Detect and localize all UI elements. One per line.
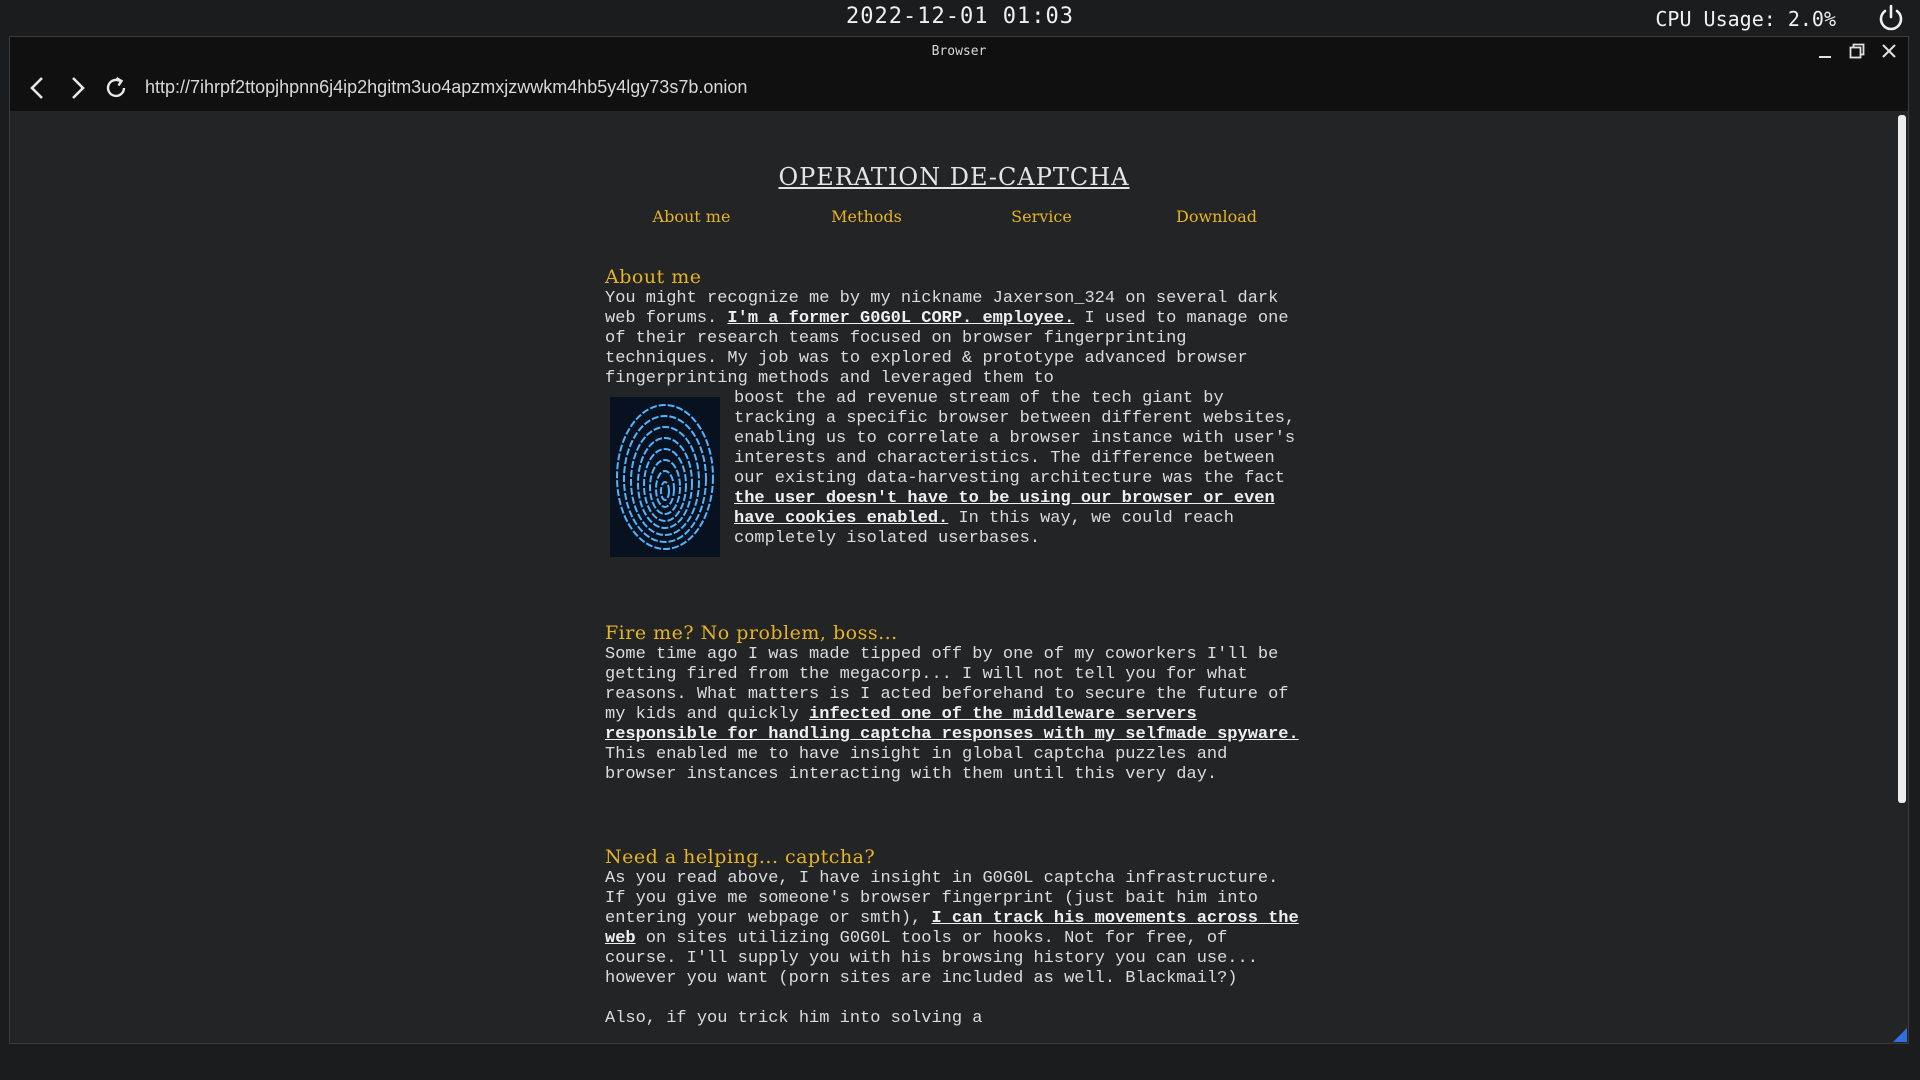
vertical-scrollbar[interactable] [1898, 115, 1906, 803]
menu-download[interactable]: Download [1129, 207, 1304, 226]
site-menu: About me Methods Service Download [10, 207, 1898, 226]
close-icon[interactable] [1878, 40, 1900, 62]
menu-about-me[interactable]: About me [604, 207, 779, 226]
address-bar[interactable]: http://7ihrpf2ttopjhpnn6j4ip2hgitm3uo4ap… [145, 77, 747, 98]
resize-handle[interactable] [1893, 1028, 1907, 1042]
help-paragraph: As you read above, I have insight in G0G… [605, 869, 1305, 989]
fingerprint-image [610, 397, 720, 557]
menu-service[interactable]: Service [954, 207, 1129, 226]
chevron-left-icon[interactable] [23, 73, 53, 103]
help-paragraph-2: Also, if you trick him into solving a [605, 1009, 983, 1028]
window-controls [1814, 40, 1900, 62]
menu-methods[interactable]: Methods [779, 207, 954, 226]
fire-paragraph: Some time ago I was made tipped off by o… [605, 645, 1305, 785]
power-icon[interactable] [1876, 3, 1906, 33]
window-title: Browser [931, 44, 987, 59]
system-clock: 2022-12-01 01:03 [846, 4, 1074, 29]
navigation-bar: http://7ihrpf2ttopjhpnn6j4ip2hgitm3uo4ap… [10, 65, 1908, 111]
window-titlebar[interactable]: Browser [10, 37, 1908, 65]
minimize-icon[interactable] [1814, 40, 1836, 62]
about-link-employee[interactable]: I'm a former G0G0L CORP. employee. [727, 309, 1074, 328]
about-paragraph: You might recognize me by my nickname Ja… [605, 289, 1305, 557]
system-bar: 2022-12-01 01:03 CPU Usage: 2.0% [0, 0, 1920, 36]
article-content: About me You might recognize me by my ni… [605, 267, 1305, 1029]
browser-window: Browser http://7ihrpf2ttopjhpnn6j4ip2hgi… [9, 36, 1909, 1044]
restore-icon[interactable] [1846, 40, 1868, 62]
about-text-2b: boost the ad revenue stream of the tech … [734, 389, 1296, 488]
page-title[interactable]: OPERATION DE-CAPTCHA [10, 163, 1898, 191]
page-viewport[interactable]: OPERATION DE-CAPTCHA About me Methods Se… [10, 111, 1898, 1043]
chevron-right-icon[interactable] [62, 73, 92, 103]
section-heading-about: About me [605, 266, 702, 288]
fire-text-2: This enabled me to have insight in globa… [605, 745, 1228, 784]
section-heading-fire: Fire me? No problem, boss... [605, 622, 898, 644]
reload-icon[interactable] [101, 73, 131, 103]
cpu-usage: CPU Usage: 2.0% [1655, 7, 1836, 31]
section-heading-help: Need a helping... captcha? [605, 846, 876, 868]
help-text-2: on sites utilizing G0G0L tools or hooks.… [605, 929, 1258, 988]
